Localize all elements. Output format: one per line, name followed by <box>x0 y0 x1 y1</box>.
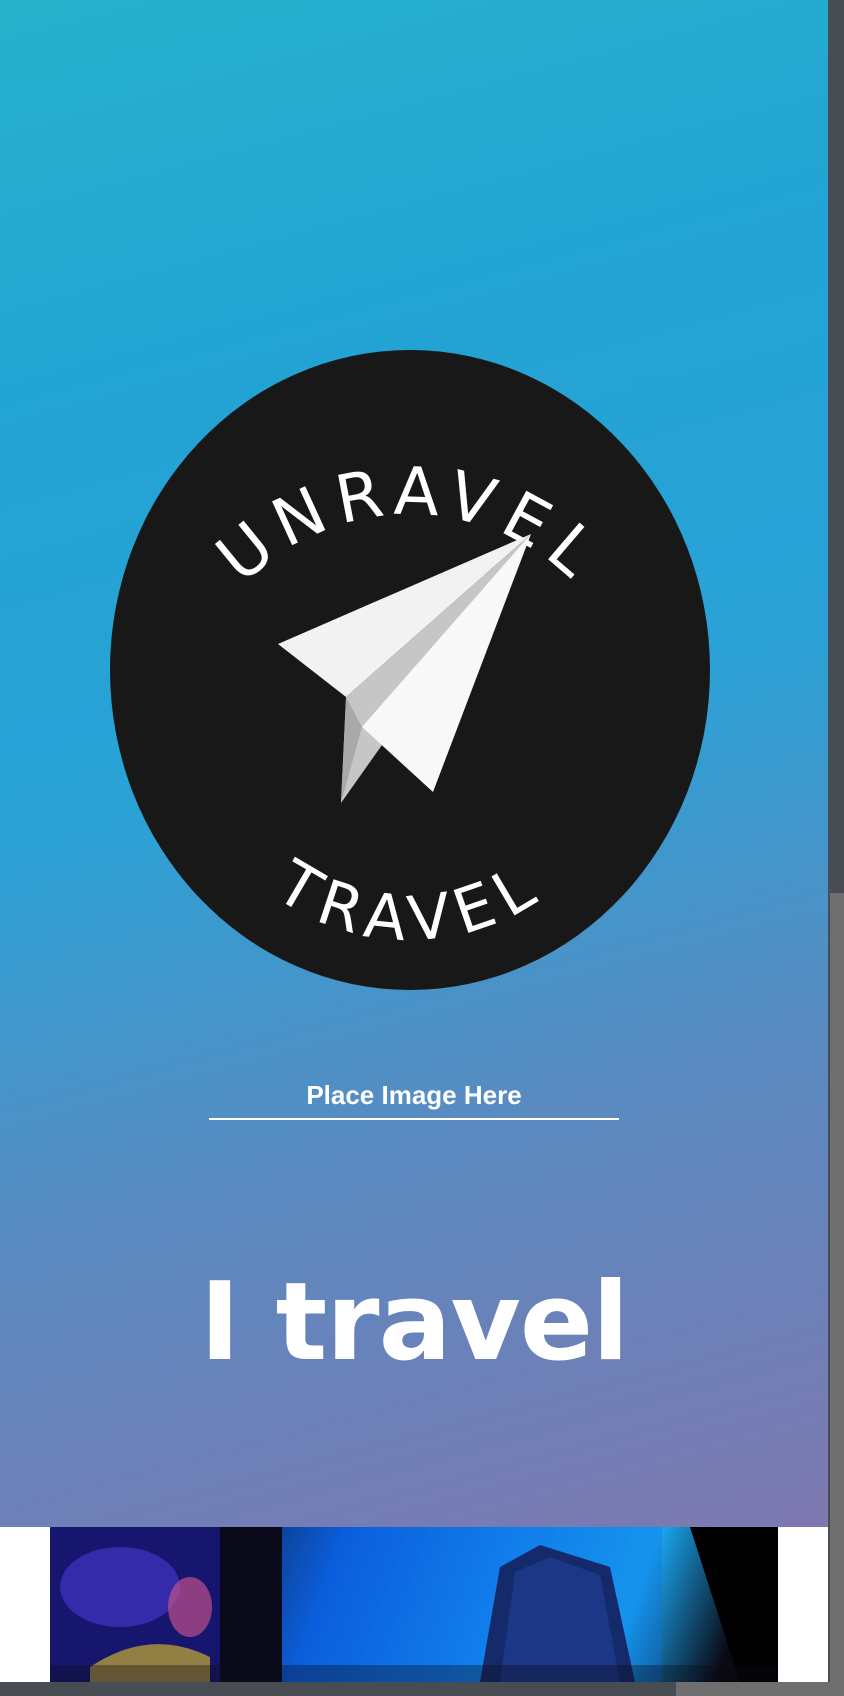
hero-section: UNRAVEL TRAVEL Place Image Here I travel <box>0 0 828 1527</box>
page-headline: I travel <box>199 1260 629 1385</box>
page-viewport: UNRAVEL TRAVEL Place Image Here I travel <box>0 0 844 1696</box>
city-skyline-photo <box>50 1527 778 1682</box>
horizontal-scrollbar-thumb[interactable] <box>676 1682 844 1696</box>
image-placeholder-label: Place Image Here <box>306 1080 522 1110</box>
image-placeholder-underline <box>209 1118 619 1120</box>
unravel-travel-logo: UNRAVEL TRAVEL <box>108 349 712 991</box>
vertical-scrollbar-thumb[interactable] <box>830 893 844 1682</box>
photo-section <box>0 1527 828 1682</box>
horizontal-scrollbar[interactable] <box>0 1682 844 1696</box>
vertical-scrollbar[interactable] <box>828 0 844 1682</box>
